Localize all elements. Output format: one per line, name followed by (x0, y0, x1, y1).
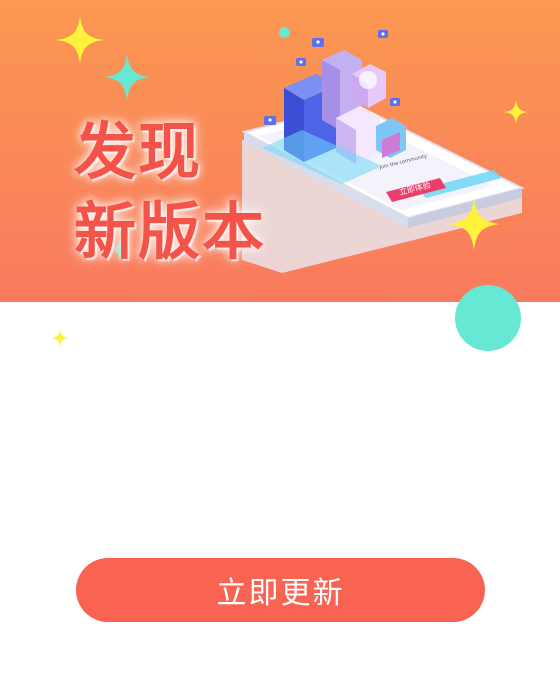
tiny-yellow-sparkle-icon (51, 329, 69, 347)
update-now-button[interactable]: 立即更新 (76, 558, 485, 622)
headline-line-2: 新版本 (74, 195, 267, 268)
teal-sparkle-icon (104, 54, 150, 100)
headline-line-1: 发现 (74, 115, 203, 188)
teal-circle-icon (455, 285, 521, 351)
banner: Join the community 立即体验 发现 新版本 (0, 0, 560, 302)
headline: 发现 新版本 (74, 112, 266, 272)
yellow-sparkle-icon (56, 16, 104, 64)
large-yellow-sparkle-icon (448, 198, 500, 250)
